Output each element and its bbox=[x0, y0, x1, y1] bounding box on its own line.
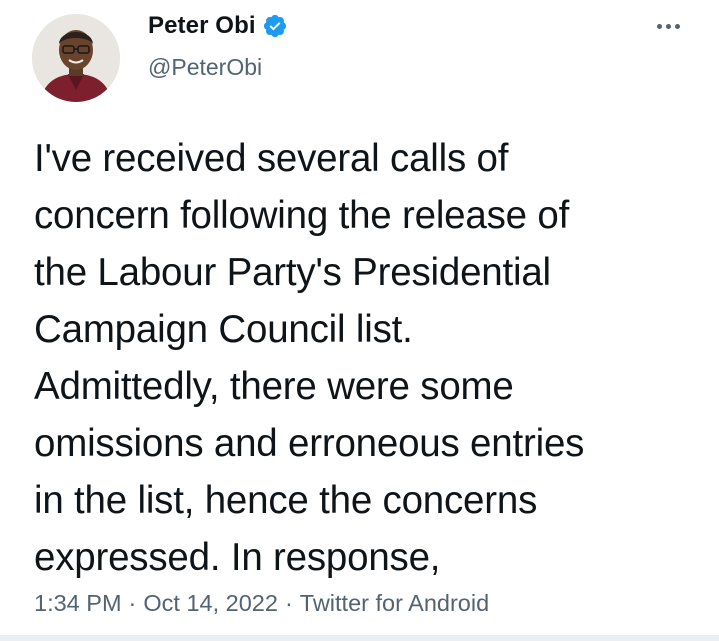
tweet-card: Peter Obi @PeterObi I've received severa… bbox=[0, 0, 719, 641]
tweet-text-line: the Labour Party's Presidential bbox=[34, 251, 551, 294]
tweet-text-line: omissions and erroneous entries bbox=[34, 422, 585, 465]
more-dot-icon bbox=[674, 23, 680, 29]
meta-separator: · bbox=[284, 590, 293, 616]
tweet-text-line: Admittedly, there were some bbox=[34, 365, 514, 408]
more-dot-icon bbox=[665, 23, 671, 29]
tweet-time[interactable]: 1:34 PM bbox=[34, 590, 122, 616]
tweet-date[interactable]: Oct 14, 2022 bbox=[143, 590, 278, 616]
tweet-text-line: Campaign Council list. bbox=[34, 308, 413, 351]
more-dot-icon bbox=[656, 23, 662, 29]
tweet-meta: 1:34 PM · Oct 14, 2022 · Twitter for Android bbox=[34, 590, 489, 617]
tweet-text-line: concern following the release of bbox=[34, 194, 570, 237]
author-name-row: Peter Obi bbox=[148, 12, 288, 40]
tweet-text-line: expressed. In response, bbox=[34, 536, 441, 579]
author-display-name[interactable]: Peter Obi bbox=[148, 12, 256, 40]
tweet-text-line: in the list, hence the concerns bbox=[34, 479, 538, 522]
tweet-source[interactable]: Twitter for Android bbox=[300, 590, 489, 616]
avatar-photo bbox=[32, 14, 120, 102]
divider bbox=[0, 635, 719, 641]
author-handle[interactable]: @PeterObi bbox=[148, 54, 262, 81]
tweet-text: I've received several calls of concern f… bbox=[34, 130, 694, 586]
tweet-text-line: I've received several calls of bbox=[34, 137, 509, 180]
author-avatar[interactable] bbox=[32, 14, 120, 102]
meta-separator: · bbox=[128, 590, 137, 616]
more-options-icon[interactable] bbox=[653, 14, 683, 38]
verified-badge-icon bbox=[262, 13, 288, 39]
